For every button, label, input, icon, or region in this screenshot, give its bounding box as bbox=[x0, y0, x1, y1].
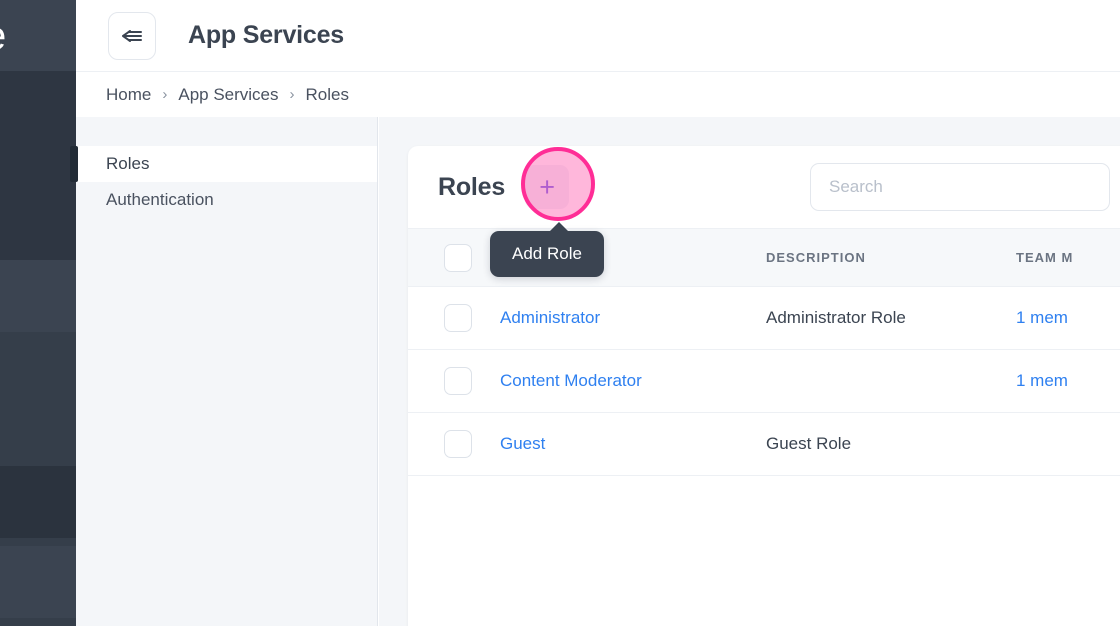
app-root: e R ES NS App Services Home › bbox=[0, 0, 1120, 626]
role-name-cell: Guest bbox=[500, 413, 766, 476]
page-title: App Services bbox=[188, 21, 344, 50]
role-team-cell: 1 mem bbox=[1016, 287, 1120, 350]
breadcrumb-item-roles[interactable]: Roles bbox=[306, 85, 349, 105]
select-all-checkbox[interactable] bbox=[444, 244, 472, 272]
plus-icon: + bbox=[539, 174, 555, 201]
column-header-description[interactable]: DESCRIPTION bbox=[766, 229, 1016, 287]
role-description-cell: Administrator Role bbox=[766, 287, 1016, 350]
row-select-cell bbox=[408, 287, 500, 350]
role-name-link[interactable]: Guest bbox=[500, 434, 545, 453]
roles-card: Roles + DESCRIPTION TEAM M bbox=[408, 146, 1120, 626]
sidebar-item-roles-label: Roles bbox=[106, 154, 149, 174]
sidebar-item-authentication-label: Authentication bbox=[106, 190, 214, 210]
row-checkbox[interactable] bbox=[444, 367, 472, 395]
table-row: Administrator Administrator Role 1 mem bbox=[408, 287, 1120, 350]
top-header: App Services bbox=[76, 0, 1120, 71]
row-checkbox[interactable] bbox=[444, 430, 472, 458]
roles-table-body: Administrator Administrator Role 1 mem C… bbox=[408, 287, 1120, 476]
roles-title: Roles bbox=[438, 173, 505, 202]
role-team-link[interactable]: 1 mem bbox=[1016, 308, 1068, 327]
role-name-link[interactable]: Content Moderator bbox=[500, 371, 642, 390]
role-description-cell bbox=[766, 350, 1016, 413]
sidebar-nav-group-top bbox=[0, 71, 76, 260]
collapse-sidebar-icon bbox=[120, 26, 144, 46]
active-nav-marker bbox=[70, 146, 78, 182]
breadcrumb-item-home[interactable]: Home bbox=[106, 85, 151, 105]
role-team-cell: 1 mem bbox=[1016, 350, 1120, 413]
role-name-link[interactable]: Administrator bbox=[500, 308, 600, 327]
search-input[interactable] bbox=[810, 163, 1110, 211]
breadcrumb-item-app-services[interactable]: App Services bbox=[178, 85, 278, 105]
select-all-header bbox=[408, 229, 500, 287]
secondary-nav: Roles Authentication bbox=[76, 117, 378, 626]
primary-sidebar: e R ES NS bbox=[0, 0, 76, 626]
row-select-cell bbox=[408, 350, 500, 413]
sidebar-item-roles[interactable]: Roles bbox=[76, 146, 377, 182]
app-logo[interactable]: e bbox=[0, 0, 76, 71]
app-logo-text: e bbox=[0, 16, 7, 56]
row-checkbox[interactable] bbox=[444, 304, 472, 332]
row-select-cell bbox=[408, 413, 500, 476]
add-role-tooltip: Add Role bbox=[490, 231, 604, 277]
sidebar-nav-list bbox=[0, 71, 76, 626]
column-header-team-members[interactable]: TEAM M bbox=[1016, 229, 1120, 287]
breadcrumb-separator-icon-2: › bbox=[290, 86, 295, 103]
search-container bbox=[810, 163, 1110, 211]
role-name-cell: Content Moderator bbox=[500, 350, 766, 413]
sidebar-item-3[interactable]: NS bbox=[0, 546, 76, 618]
main-content: Roles + DESCRIPTION TEAM M bbox=[379, 117, 1120, 626]
breadcrumb-separator-icon: › bbox=[162, 86, 167, 103]
roles-card-header: Roles + bbox=[408, 146, 1120, 228]
collapse-sidebar-button[interactable] bbox=[108, 12, 156, 60]
sidebar-item-2[interactable]: ES bbox=[0, 466, 76, 538]
table-row: Content Moderator 1 mem bbox=[408, 350, 1120, 413]
role-name-cell: Administrator bbox=[500, 287, 766, 350]
role-team-link[interactable]: 1 mem bbox=[1016, 371, 1068, 390]
role-description-cell: Guest Role bbox=[766, 413, 1016, 476]
add-role-button[interactable]: + bbox=[525, 165, 569, 209]
breadcrumb: Home › App Services › Roles bbox=[76, 71, 1120, 117]
sidebar-item-authentication[interactable]: Authentication bbox=[76, 182, 377, 218]
role-team-cell bbox=[1016, 413, 1120, 476]
table-row: Guest Guest Role bbox=[408, 413, 1120, 476]
sidebar-item-1[interactable]: R bbox=[0, 260, 76, 332]
add-role-tooltip-label: Add Role bbox=[512, 244, 582, 263]
